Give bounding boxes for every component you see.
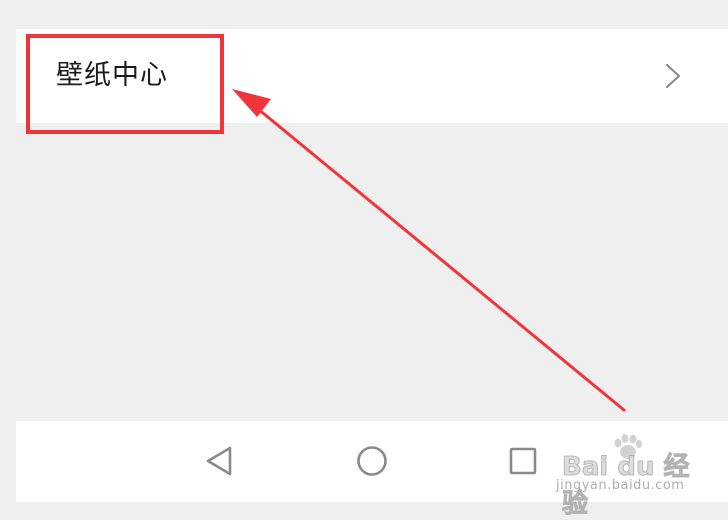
recents-square-icon[interactable] bbox=[505, 443, 541, 479]
system-navigation-bar bbox=[16, 421, 728, 502]
chevron-right-icon bbox=[665, 63, 681, 89]
wallpaper-center-row[interactable]: 壁纸中心 bbox=[16, 29, 728, 123]
wallpaper-center-label: 壁纸中心 bbox=[56, 60, 168, 91]
home-circle-icon[interactable] bbox=[354, 443, 390, 479]
back-triangle-icon[interactable] bbox=[201, 443, 237, 479]
